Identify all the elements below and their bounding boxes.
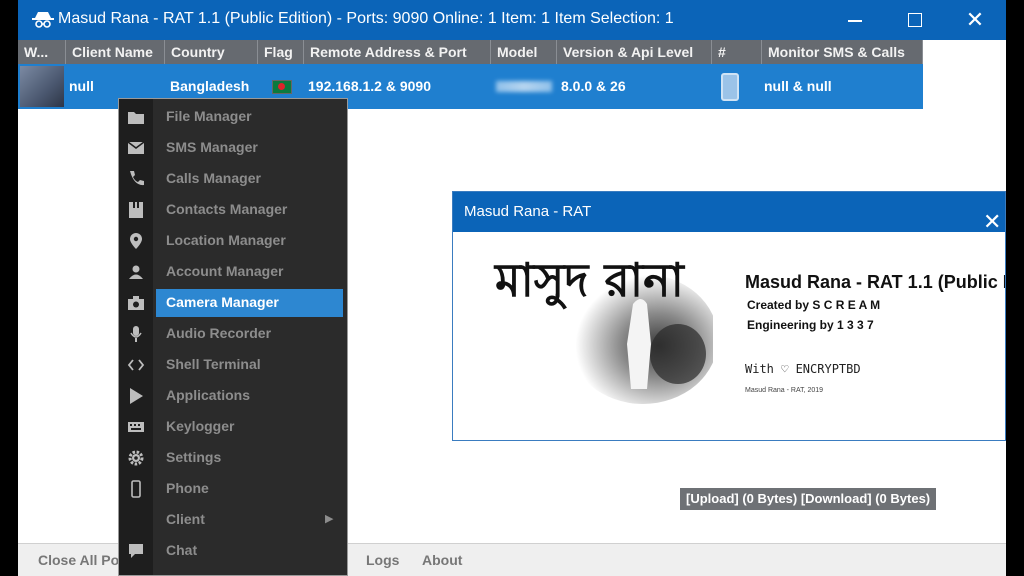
column-header-w[interactable]: W...: [18, 40, 66, 64]
close-icon: ✕: [965, 7, 985, 32]
about-dialog: Masud Rana - RAT ✕ মাসুদ রানা Masud Rana…: [452, 191, 1006, 441]
menu-item-label: Phone: [166, 480, 209, 496]
menu-item-label: Client: [166, 511, 205, 527]
menu-item-shell-terminal[interactable]: Shell Terminal: [119, 349, 347, 380]
menu-item-contacts-manager[interactable]: Contacts Manager: [119, 194, 347, 225]
about-dialog-title: Masud Rana - RAT: [464, 203, 592, 220]
menu-item-audio-recorder[interactable]: Audio Recorder: [119, 318, 347, 349]
chat-bubble-icon: [129, 544, 143, 558]
column-header-model[interactable]: Model: [491, 40, 557, 64]
table-header: W... Client Name Country Flag Remote Add…: [18, 40, 923, 64]
menu-item-keylogger[interactable]: Keylogger: [119, 411, 347, 442]
column-header-country[interactable]: Country: [165, 40, 258, 64]
version-cell: 8.0.0 & 26: [561, 78, 626, 94]
folder-icon: [128, 112, 144, 124]
column-header-flag[interactable]: Flag: [258, 40, 304, 64]
window-title: Masud Rana - RAT 1.1 (Public Edition) - …: [58, 10, 674, 27]
contacts-book-icon: [129, 202, 143, 218]
masud-rana-logo: মাসুদ রানা: [493, 244, 713, 404]
menu-item-label: Shell Terminal: [166, 356, 261, 372]
menu-item-applications[interactable]: Applications: [119, 380, 347, 411]
copyright-text: Masud Rana - RAT, 2019: [745, 387, 824, 394]
column-header-monitor[interactable]: Monitor SMS & Calls: [762, 40, 923, 64]
person-icon: [129, 265, 143, 279]
phone-handset-icon: [130, 171, 144, 186]
menu-item-settings[interactable]: Settings: [119, 442, 347, 473]
minimize-button[interactable]: [832, 0, 878, 40]
mobile-phone-icon: [131, 480, 141, 498]
close-icon: ✕: [983, 209, 1002, 234]
client-context-menu: File Manager SMS Manager Calls Manager C…: [118, 98, 348, 576]
microphone-icon: [130, 326, 142, 342]
menu-item-chat[interactable]: Chat: [119, 535, 347, 566]
menu-item-camera-manager[interactable]: Camera Manager: [119, 287, 347, 318]
column-header-hash[interactable]: #: [712, 40, 762, 64]
menu-item-label: Chat: [166, 542, 198, 558]
menu-item-calls-manager[interactable]: Calls Manager: [119, 163, 347, 194]
menu-item-label: Applications: [166, 387, 251, 403]
device-phone-icon: [721, 73, 739, 101]
submenu-arrow-icon: ▶: [325, 513, 334, 525]
engineering-by-text: Engineering by 1 3 3 7: [747, 318, 874, 332]
menu-item-sms-manager[interactable]: SMS Manager: [119, 132, 347, 163]
menu-item-account-manager[interactable]: Account Manager: [119, 256, 347, 287]
menu-item-label: Account Manager: [166, 263, 284, 279]
maximize-icon: [908, 13, 922, 27]
client-name-cell: null: [69, 78, 94, 94]
bangladesh-flag-icon: [272, 80, 292, 94]
column-header-version[interactable]: Version & Api Level: [557, 40, 712, 64]
menu-item-label: File Manager: [166, 108, 252, 124]
transfer-status: [Upload] (0 Bytes) [Download] (0 Bytes): [680, 488, 937, 510]
client-wallpaper-thumbnail: [20, 66, 64, 107]
spy-hat-icon: [32, 12, 54, 28]
code-brackets-icon: [127, 359, 145, 371]
camera-icon: [128, 296, 144, 310]
maximize-button[interactable]: [892, 0, 938, 40]
menu-item-file-manager[interactable]: File Manager: [119, 101, 347, 132]
about-dialog-title-bar[interactable]: Masud Rana - RAT ✕: [453, 192, 1005, 234]
monitor-cell: null & null: [764, 78, 832, 94]
menu-item-label: Calls Manager: [166, 170, 261, 186]
logs-button[interactable]: Logs: [366, 544, 399, 576]
menu-item-label: SMS Manager: [166, 139, 258, 155]
with-love-text: With ♡ ENCRYPTBD: [745, 362, 861, 376]
menu-item-label: Audio Recorder: [166, 325, 272, 341]
keyboard-icon: [128, 422, 144, 432]
about-button[interactable]: About: [422, 544, 462, 576]
location-pin-icon: [130, 233, 142, 249]
menu-item-label: Keylogger: [166, 418, 235, 434]
gear-icon: [128, 450, 144, 466]
created-by-text: Created by S C R E A M: [747, 298, 881, 312]
about-heading: Masud Rana - RAT 1.1 (Public Edition): [745, 272, 1005, 292]
menu-item-phone[interactable]: Phone: [119, 473, 347, 504]
menu-item-label: Contacts Manager: [166, 201, 288, 217]
menu-item-label: Location Manager: [166, 232, 286, 248]
close-button[interactable]: ✕: [952, 0, 998, 40]
column-header-remote-address[interactable]: Remote Address & Port: [304, 40, 491, 64]
model-cell-blurred: [496, 81, 552, 92]
about-dialog-body: মাসুদ রানা Masud Rana - RAT 1.1 (Public …: [453, 232, 1005, 440]
play-store-icon: [130, 388, 143, 404]
title-bar[interactable]: Masud Rana - RAT 1.1 (Public Edition) - …: [18, 0, 1006, 40]
menu-item-label: Camera Manager: [166, 294, 279, 310]
logo-text: মাসুদ রানা: [493, 253, 686, 309]
minimize-icon: [848, 20, 862, 22]
envelope-icon: [127, 141, 145, 154]
column-header-client-name[interactable]: Client Name: [66, 40, 165, 64]
menu-item-label: Settings: [166, 449, 222, 465]
menu-item-client[interactable]: Client ▶: [119, 504, 347, 535]
menu-item-location-manager[interactable]: Location Manager: [119, 225, 347, 256]
